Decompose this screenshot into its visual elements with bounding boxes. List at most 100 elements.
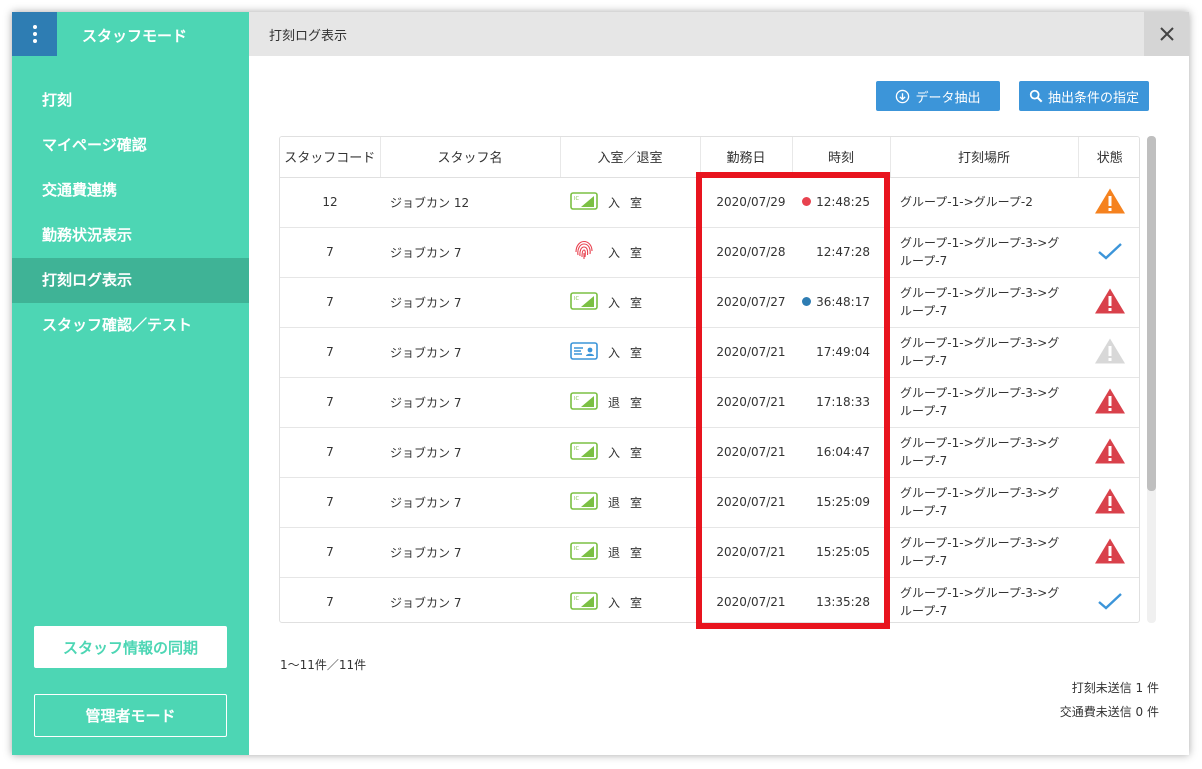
- cell-punch-place: グループ-1->グループ-3->グループ-7: [890, 277, 1078, 328]
- table-row[interactable]: 7 ジョブカン 7 IC 入室 2020/07/21 13:35:28 グループ-1->グル…: [280, 577, 1139, 622]
- cell-time: 17:18:33: [792, 377, 890, 428]
- cell-status: [1078, 377, 1139, 428]
- ic-card-icon: IC: [570, 491, 598, 513]
- record-count: 1〜11件／11件: [280, 658, 367, 672]
- svg-text:IC: IC: [574, 446, 579, 452]
- cell-staff-name: ジョブカン 7: [380, 327, 560, 378]
- cell-inout: 入室: [560, 327, 700, 378]
- pending-transport-count: 交通費未送信 0 件: [1059, 705, 1159, 719]
- cell-inout: IC 退室: [560, 377, 700, 428]
- ic-card-icon: IC: [570, 191, 598, 213]
- cell-staff-code: 7: [280, 477, 380, 528]
- column-header-punch-place[interactable]: 打刻場所: [890, 137, 1079, 178]
- filter-conditions-button[interactable]: 抽出条件の指定: [1019, 81, 1149, 111]
- table-scrollbar[interactable]: [1147, 136, 1156, 623]
- filter-conditions-label: 抽出条件の指定: [1047, 90, 1139, 106]
- column-header-time[interactable]: 時刻: [792, 137, 891, 178]
- cell-punch-place: グループ-1->グループ-3->グループ-7: [890, 377, 1078, 428]
- cell-staff-name: ジョブカン 7: [380, 227, 560, 278]
- cell-time: 15:25:05: [792, 527, 890, 578]
- cell-status: [1078, 327, 1139, 378]
- sidebar-item-mypage[interactable]: マイページ確認: [12, 123, 249, 168]
- cell-staff-name: ジョブカン 7: [380, 577, 560, 622]
- status-dot-icon: [802, 297, 812, 307]
- table-row[interactable]: 7 ジョブカン 7 IC 退室 2020/07/21 17:18:33 グループ-1->グル…: [280, 377, 1139, 428]
- warning-red-icon: [1094, 388, 1126, 418]
- cell-punch-place: グループ-1->グループ-3->グループ-7: [890, 577, 1078, 622]
- column-header-staff-code[interactable]: スタッフコード: [280, 137, 381, 178]
- cell-staff-name: ジョブカン 7: [380, 527, 560, 578]
- table-row[interactable]: 12 ジョブカン 12 IC 入室 2020/07/29 12:48:25 グループ-1->…: [280, 177, 1139, 228]
- cell-punch-place: グループ-1->グループ-2: [890, 177, 1078, 228]
- cell-inout: IC 退室: [560, 527, 700, 578]
- cell-staff-code: 7: [280, 227, 380, 278]
- cell-staff-code: 7: [280, 427, 380, 478]
- sidebar-nav: 打刻 マイページ確認 交通費連携 勤務状況表示 打刻ログ表示 スタッフ確認／テスト: [12, 78, 249, 348]
- topbar: 打刻ログ表示: [249, 12, 1189, 56]
- app-window: スタッフモード 打刻 マイページ確認 交通費連携 勤務状況表示 打刻ログ表示 スタッフ確認…: [12, 12, 1189, 755]
- column-header-inout[interactable]: 入室／退室: [560, 137, 701, 178]
- cell-punch-place: グループ-1->グループ-3->グループ-7: [890, 427, 1078, 478]
- menu-kebab-icon[interactable]: [12, 12, 57, 56]
- sidebar-item-transport[interactable]: 交通費連携: [12, 168, 249, 213]
- table-row[interactable]: 7 ジョブカン 7 入室 2020/07/21 17:49:04 グループ-1->グループ…: [280, 327, 1139, 378]
- cell-work-date: 2020/07/29: [700, 177, 792, 228]
- status-dot-icon: [802, 197, 812, 207]
- cell-work-date: 2020/07/21: [700, 327, 792, 378]
- cell-staff-code: 7: [280, 577, 380, 622]
- pending-punch-count: 打刻未送信 1 件: [1071, 681, 1159, 695]
- cell-inout: IC 入室: [560, 177, 700, 228]
- cell-punch-place: グループ-1->グループ-3->グループ-7: [890, 527, 1078, 578]
- table-row[interactable]: 7 ジョブカン 7 IC 入室 2020/07/27 36:48:17 グループ-1->グル…: [280, 277, 1139, 328]
- time-value: 13:35:28: [816, 595, 870, 609]
- export-data-button[interactable]: データ抽出: [876, 81, 1000, 111]
- warning-red-icon: [1094, 438, 1126, 468]
- inout-label: 入室: [608, 245, 653, 260]
- sidebar-item-punch-log[interactable]: 打刻ログ表示: [12, 258, 249, 303]
- inout-label: 入室: [608, 445, 653, 460]
- staff-card-icon: [570, 341, 598, 363]
- column-header-work-date[interactable]: 勤務日: [700, 137, 793, 178]
- cell-punch-place: グループ-1->グループ-3->グループ-7: [890, 327, 1078, 378]
- cell-punch-place: グループ-1->グループ-3->グループ-7: [890, 477, 1078, 528]
- inout-label: 退室: [608, 495, 653, 510]
- table-row[interactable]: 7 ジョブカン 7 入室 2020/07/28 12:47:28 グループ-1->グループ…: [280, 227, 1139, 278]
- close-button[interactable]: [1144, 12, 1189, 56]
- warning-orange-icon: [1094, 188, 1126, 218]
- cell-status: [1078, 227, 1139, 278]
- export-data-label: データ抽出: [915, 90, 981, 106]
- cell-time: 13:35:28: [792, 577, 890, 622]
- ic-card-icon: IC: [570, 391, 598, 413]
- ic-card-icon: IC: [570, 591, 598, 613]
- sidebar-item-punch[interactable]: 打刻: [12, 78, 249, 123]
- column-header-status[interactable]: 状態: [1078, 137, 1139, 178]
- inout-label: 入室: [608, 295, 653, 310]
- admin-mode-button[interactable]: 管理者モード: [34, 694, 227, 737]
- scrollbar-thumb[interactable]: [1147, 136, 1156, 491]
- time-value: 12:48:25: [816, 194, 870, 209]
- table-row[interactable]: 7 ジョブカン 7 IC 退室 2020/07/21 15:25:05 グループ-1->グル…: [280, 527, 1139, 578]
- punch-log-table: スタッフコード スタッフ名 入室／退室 勤務日 時刻 打刻場所 状態 12 ジョブ…: [279, 136, 1140, 623]
- svg-text:IC: IC: [574, 496, 579, 502]
- close-icon: [1159, 27, 1174, 41]
- fingerprint-icon: [570, 239, 598, 266]
- table-row[interactable]: 7 ジョブカン 7 IC 入室 2020/07/21 16:04:47 グループ-1->グル…: [280, 427, 1139, 478]
- svg-text:IC: IC: [574, 296, 579, 302]
- cell-staff-name: ジョブカン 7: [380, 477, 560, 528]
- warning-red-icon: [1094, 538, 1126, 568]
- time-value: 16:04:47: [816, 445, 870, 459]
- inout-label: 退室: [608, 395, 653, 410]
- column-header-staff-name[interactable]: スタッフ名: [380, 137, 561, 178]
- ic-card-icon: IC: [570, 291, 598, 313]
- table-row[interactable]: 7 ジョブカン 7 IC 退室 2020/07/21 15:25:09 グループ-1->グル…: [280, 477, 1139, 528]
- cell-work-date: 2020/07/21: [700, 577, 792, 622]
- warning-gray-icon: [1094, 338, 1126, 368]
- sidebar-item-work-status[interactable]: 勤務状況表示: [12, 213, 249, 258]
- cell-time: 17:49:04: [792, 327, 890, 378]
- cell-time: 12:48:25: [792, 177, 890, 228]
- cell-staff-code: 12: [280, 177, 380, 228]
- sidebar-item-staff-check[interactable]: スタッフ確認／テスト: [12, 303, 249, 348]
- svg-text:IC: IC: [574, 196, 579, 202]
- sync-staff-button[interactable]: スタッフ情報の同期: [34, 626, 227, 668]
- cell-staff-code: 7: [280, 377, 380, 428]
